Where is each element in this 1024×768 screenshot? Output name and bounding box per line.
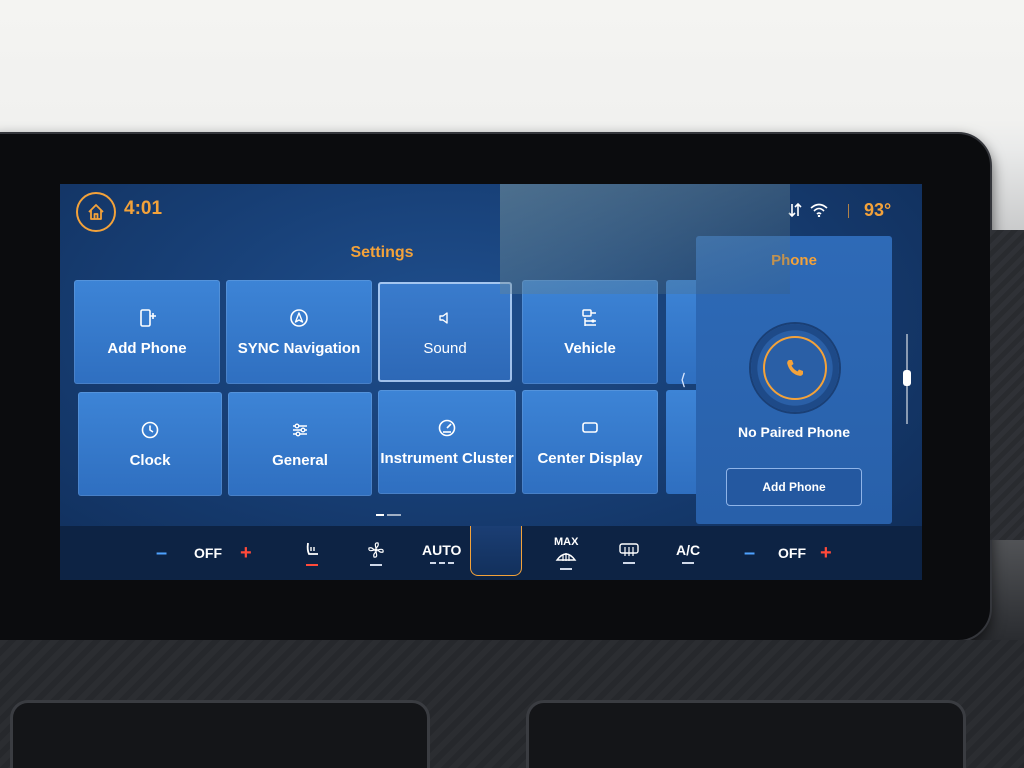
airflow-active-highlight xyxy=(470,526,522,576)
tile-label: SYNC Navigation xyxy=(237,339,361,357)
speaker-icon xyxy=(439,311,448,324)
settings-title: Settings xyxy=(350,244,414,261)
tile-general[interactable]: General xyxy=(228,392,372,496)
phone-icon xyxy=(787,360,803,376)
status-icons xyxy=(788,202,828,218)
max-defrost-button[interactable]: MAX xyxy=(554,526,578,580)
air-vent-right xyxy=(526,700,966,768)
infotainment-screen: 4:01 93° Settings Add Phone SYNC Navigat… xyxy=(60,184,922,580)
tile-sync-navigation[interactable]: SYNC Navigation xyxy=(226,280,372,384)
tile-label: General xyxy=(272,451,328,469)
data-transfer-icon xyxy=(788,202,802,218)
status-divider xyxy=(848,204,849,218)
home-button[interactable] xyxy=(76,192,116,232)
fan-speed-button[interactable] xyxy=(366,526,386,580)
phone-call-button[interactable] xyxy=(751,324,839,412)
tile-label: Instrument Cluster xyxy=(380,449,514,467)
phone-status: No Paired Phone xyxy=(737,424,851,440)
add-phone-icon xyxy=(140,308,156,327)
tile-label: Clock xyxy=(129,451,171,469)
tile-center-display[interactable]: Center Display xyxy=(522,390,658,494)
phone-widget: Phone No Paired Phone Add Phone xyxy=(696,236,892,524)
page-indicator xyxy=(376,514,401,516)
clock-time: 4:01 xyxy=(124,198,163,219)
right-temp-down-button[interactable]: – xyxy=(744,526,755,580)
tile-add-phone[interactable]: Add Phone xyxy=(74,280,220,384)
outside-temperature: 93° xyxy=(864,200,892,220)
tile-label: Sound xyxy=(423,339,467,357)
status-bar: 4:01 93° xyxy=(60,184,922,232)
home-icon xyxy=(88,204,104,220)
chevron-left-icon[interactable]: ⟨ xyxy=(680,370,686,390)
display-icon xyxy=(582,421,598,433)
gauge-icon xyxy=(438,419,456,436)
tile-sound[interactable]: Sound xyxy=(378,282,512,382)
wifi-icon xyxy=(810,203,828,217)
air-vent-left xyxy=(10,700,430,768)
heated-seat-icon xyxy=(306,542,318,555)
tile-instrument-cluster[interactable]: Instrument Cluster xyxy=(378,390,516,494)
right-temp-value: OFF xyxy=(778,545,806,561)
right-temp-up-button[interactable]: + xyxy=(820,526,832,580)
tile-vehicle[interactable]: Vehicle xyxy=(522,280,658,384)
tile-partial[interactable] xyxy=(666,390,696,494)
vehicle-settings-icon xyxy=(582,308,596,326)
dash-trim xyxy=(990,230,1024,540)
ac-button[interactable]: A/C xyxy=(676,526,700,580)
rear-defrost-button[interactable] xyxy=(618,526,640,580)
tile-partial[interactable] xyxy=(666,280,696,384)
max-defrost-icon xyxy=(555,553,577,561)
tile-label: Add Phone xyxy=(107,339,187,357)
tile-clock[interactable]: Clock xyxy=(78,392,222,496)
clock-icon xyxy=(141,421,159,438)
add-phone-button[interactable]: Add Phone xyxy=(726,468,862,506)
fan-icon xyxy=(368,542,384,558)
left-temp-value: OFF xyxy=(194,545,222,561)
sliders-icon xyxy=(293,422,307,436)
scrollbar-thumb[interactable] xyxy=(903,370,911,386)
rear-defrost-icon xyxy=(619,543,639,556)
tile-label: Center Display xyxy=(537,449,643,467)
left-temp-up-button[interactable]: + xyxy=(240,526,252,580)
tile-label: Vehicle xyxy=(564,339,616,357)
left-temp-down-button[interactable]: – xyxy=(156,526,167,580)
heated-seat-button[interactable] xyxy=(302,526,322,580)
navigation-icon xyxy=(290,308,308,327)
auto-climate-button[interactable]: AUTO xyxy=(422,526,461,580)
phone-title: Phone xyxy=(771,252,817,269)
